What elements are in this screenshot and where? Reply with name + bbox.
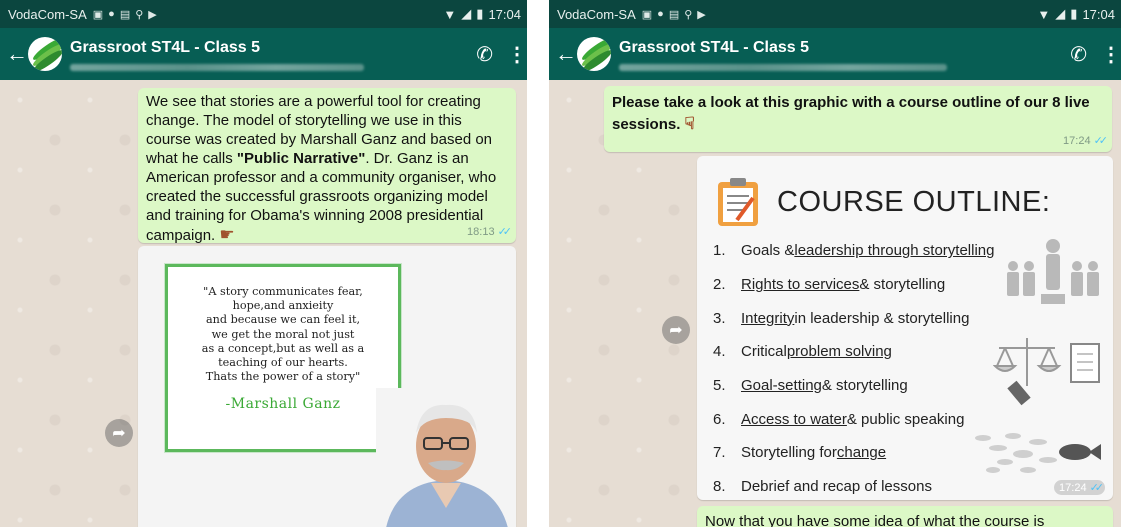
status-right: ▼ ◢ ▮ 17:04 [443, 6, 521, 22]
forward-icon[interactable]: ➦ [662, 316, 690, 344]
android-icon: ● [108, 8, 115, 20]
back-arrow-icon[interactable]: ← [6, 41, 28, 67]
chat-title-block[interactable]: Grassroot ST4L - Class 5 [70, 38, 462, 71]
wifi-icon: ▼ [443, 6, 457, 22]
pointing-hand-icon: ☟ [684, 114, 695, 133]
message-time: 17:24 [1063, 134, 1091, 147]
message-text: Please take a look at this graphic with … [612, 94, 1090, 133]
outline-item: 3. Integrity in leadership & storytelling [713, 309, 970, 327]
message-text: Now that you have some idea of what the … [705, 513, 1045, 527]
battery-icon: ▮ [476, 6, 484, 21]
outline-item: 2. Rights to services & storytelling [713, 276, 946, 294]
play-icon: ▶ [697, 8, 706, 21]
clock: 17:04 [488, 6, 521, 22]
message-bubble-intro[interactable]: Please take a look at this graphic with … [604, 86, 1112, 152]
play-icon: ▶ [148, 8, 157, 21]
group-avatar[interactable] [28, 37, 62, 71]
menu-icon[interactable]: ⋮ [1101, 42, 1121, 67]
message-icon: ▤ [119, 8, 131, 21]
chat-header: ← Grassroot ST4L - Class 5 ✆ ⋮ [0, 28, 527, 80]
add-call-icon[interactable]: ✆ [476, 42, 493, 67]
signal-icon: ◢ [461, 6, 472, 21]
pointing-hand-icon: ☛ [219, 225, 235, 244]
add-call-icon[interactable]: ✆ [1070, 42, 1087, 67]
sim-icon: ▣ [92, 8, 104, 21]
message-text: We see that stories are a powerful tool … [146, 93, 497, 244]
read-ticks-icon: ✓✓ [1093, 135, 1109, 147]
chat-title: Grassroot ST4L - Class 5 [70, 38, 260, 56]
message-meta: 17:24 ✓✓ [1054, 480, 1105, 495]
usb-icon: ⚲ [684, 8, 693, 21]
chat-title-block[interactable]: Grassroot ST4L - Class 5 [619, 38, 1056, 71]
message-time: 17:24 [1059, 481, 1087, 494]
quote-author: -Marshall Ganz [225, 396, 341, 413]
message-time: 18:13 [467, 225, 495, 238]
outline-item: 5. Goal-setting & storytelling [713, 377, 908, 395]
message-icon: ▤ [668, 8, 680, 21]
outline-item: 1. Goals & leadership through storytellin… [713, 242, 995, 260]
carrier-name: VodaCom-SA [8, 6, 87, 22]
read-ticks-icon: ✓✓ [1089, 482, 1105, 494]
status-right: ▼ ◢ ▮ 17:04 [1037, 6, 1115, 22]
message-meta: 18:13 ✓✓ [467, 225, 513, 239]
usb-icon: ⚲ [135, 8, 144, 21]
participants-redacted [70, 63, 365, 71]
portrait-photo [376, 388, 516, 527]
outline-item: 4. Critical problem solving [713, 343, 892, 361]
battery-icon: ▮ [1070, 6, 1078, 21]
fish-school-icon [975, 433, 1101, 473]
message-meta: 17:24 ✓✓ [1063, 134, 1109, 148]
participants-redacted [619, 63, 947, 71]
message-bubble-story[interactable]: We see that stories are a powerful tool … [138, 88, 516, 244]
outline-title: COURSE OUTLINE: [777, 186, 1051, 218]
status-bar: VodaCom-SA ▣ ● ▤ ⚲ ▶ ▼ ◢ ▮ 17:04 [0, 0, 527, 28]
forward-icon[interactable]: ➦ [105, 419, 133, 447]
status-bar: VodaCom-SA ▣ ● ▤ ⚲ ▶ ▼ ◢ ▮ 17:04 [549, 0, 1121, 28]
group-avatar[interactable] [577, 37, 611, 71]
clock: 17:04 [1082, 6, 1115, 22]
sim-icon: ▣ [641, 8, 653, 21]
chat-title: Grassroot ST4L - Class 5 [619, 38, 809, 56]
message-bubble-next[interactable]: Now that you have some idea of what the … [697, 506, 1113, 527]
message-bubble-outline-image[interactable]: COURSE OUTLINE: 1. Goals & leadership thr… [697, 156, 1113, 500]
chat-area: Please take a look at this graphic with … [549, 80, 1121, 527]
read-ticks-icon: ✓✓ [497, 226, 513, 238]
quote-text: "A story communicates fear, hope,and anx… [201, 285, 365, 384]
chat-area: We see that stories are a powerful tool … [0, 80, 527, 527]
android-icon: ● [657, 8, 664, 20]
chat-header: ← Grassroot ST4L - Class 5 ✆ ⋮ [549, 28, 1121, 80]
people-icon [1007, 239, 1099, 304]
right-screenshot: VodaCom-SA ▣ ● ▤ ⚲ ▶ ▼ ◢ ▮ 17:04 ← Grass… [549, 0, 1121, 527]
left-screenshot: VodaCom-SA ▣ ● ▤ ⚲ ▶ ▼ ◢ ▮ 17:04 ← Grass… [0, 0, 527, 527]
message-bubble-quote-image[interactable]: "A story communicates fear, hope,and anx… [138, 246, 516, 527]
carrier-name: VodaCom-SA [557, 6, 636, 22]
quote-card: "A story communicates fear, hope,and anx… [165, 264, 401, 452]
signal-icon: ◢ [1055, 6, 1066, 21]
menu-icon[interactable]: ⋮ [507, 42, 527, 67]
wifi-icon: ▼ [1037, 6, 1051, 22]
back-arrow-icon[interactable]: ← [555, 41, 577, 67]
justice-scales-icon [993, 338, 1100, 406]
clipboard-icon [718, 178, 758, 226]
